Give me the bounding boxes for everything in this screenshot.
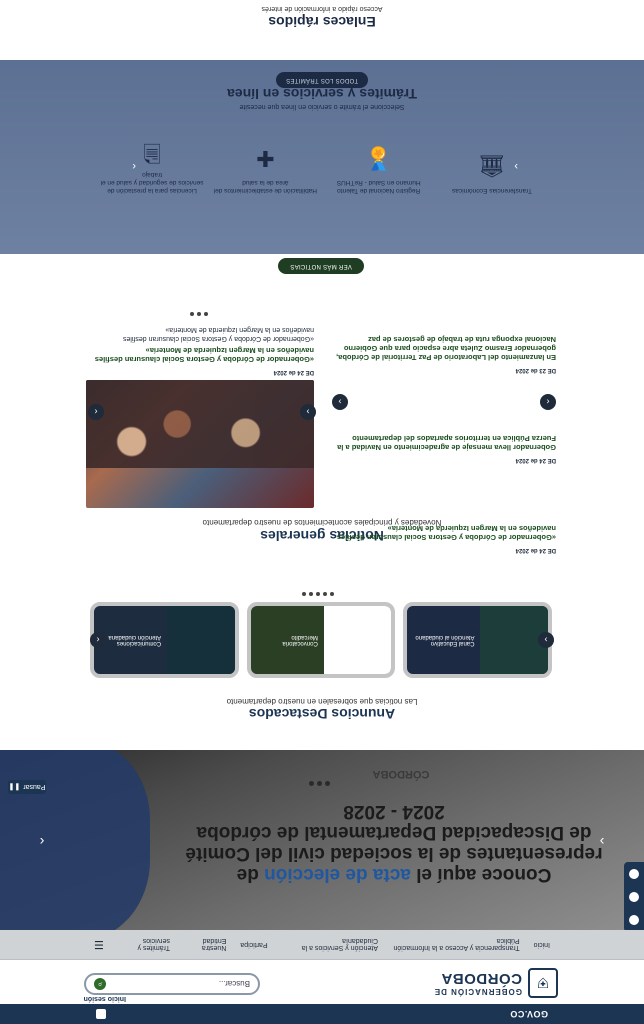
anuncios-dots[interactable]	[302, 592, 334, 596]
enlaces-title: Enlaces rápidos	[268, 14, 376, 30]
tramite-item[interactable]: Licencias para la prestación de servicio…	[100, 136, 204, 194]
pause-icon: ❚❚	[8, 783, 21, 790]
nav-item-transparencia[interactable]: Transparencia y Acceso a la Información …	[392, 938, 519, 952]
search-placeholder: Buscar...	[218, 979, 250, 989]
site-header: ⛨ GOBERNACIÓN DE CÓRDOBA Buscar... ⌕ Ini…	[0, 960, 644, 1004]
menu-icon[interactable]: ☰	[94, 938, 104, 951]
hero-logo: CÓRDOBA	[372, 768, 430, 780]
logo-line2: CÓRDOBA	[441, 970, 522, 987]
anuncio-card[interactable]: Canal Educativo Atención al ciudadano	[403, 602, 552, 678]
phone-icon	[167, 606, 235, 674]
all-tramites-button[interactable]: TODOS LOS TRÁMITES	[276, 72, 368, 88]
hero-dots[interactable]	[309, 781, 330, 786]
tramites-subtitle: Seleccione el trámite o servicio en líne…	[239, 103, 405, 110]
news-list-item[interactable]: DE 24 de 2024 Gobernador lleva mensaje d…	[332, 434, 556, 464]
tramite-item[interactable]: Registro Nacional de Talento Humano en S…	[327, 136, 431, 194]
nav-item-entidad[interactable]: Nuestra Entidad	[184, 938, 227, 952]
news-featured-dots[interactable]	[190, 312, 208, 316]
anuncios-subtitle: Las noticias que sobresalen en nuestro d…	[226, 697, 418, 706]
anuncios-next-arrow[interactable]: ›	[538, 632, 554, 648]
news-list-prev-arrow[interactable]: ‹	[540, 394, 556, 410]
hero-next-arrow[interactable]: ›	[594, 834, 610, 850]
page-root: GOV.CO ⛨ GOBERNACIÓN DE CÓRDOBA Buscar..…	[0, 0, 644, 1024]
gov-label[interactable]: GOV.CO	[510, 1009, 548, 1019]
tramite-item[interactable]: Transferencias Económicas 🏛	[440, 136, 544, 194]
search-input[interactable]: Buscar... ⌕	[84, 973, 260, 995]
tramites-prev-arrow[interactable]: ‹	[132, 160, 136, 172]
tramites-next-arrow[interactable]: ›	[514, 160, 518, 172]
main-nav: Inicio Transparencia y Acceso a la Infor…	[0, 930, 644, 960]
gobernacion-logo[interactable]: ⛨ GOBERNACIÓN DE CÓRDOBA	[434, 968, 558, 998]
facebook-icon[interactable]	[629, 915, 639, 926]
document-icon: 🗎	[143, 140, 161, 165]
hero-title-highlight[interactable]: acta de elección	[264, 864, 411, 885]
medal-icon: 🏅	[364, 146, 393, 171]
login-link[interactable]: Inicio sesión	[84, 995, 126, 1002]
social-sidebar	[624, 862, 644, 930]
more-news-button[interactable]: VER MÁS NOTICIAS	[278, 258, 364, 274]
news-image-next-arrow[interactable]: ›	[300, 404, 316, 420]
tramites-section: Trámites y servicios en línea Seleccione…	[0, 60, 644, 254]
news-list-item[interactable]: DE 23 de 2024 En lanzamiento del Laborat…	[332, 335, 556, 374]
news-list-item[interactable]: DE 24 de 2024 «Gobernador de Córdoba y G…	[332, 524, 556, 554]
news-image-prev-arrow[interactable]: ‹	[88, 404, 104, 420]
nav-item-tramites[interactable]: Trámites y servicios	[118, 938, 170, 952]
hero-title[interactable]: Conoce aquí el acta de elección de repre…	[184, 801, 604, 885]
anuncios-prev-arrow[interactable]: ‹	[90, 632, 106, 648]
pause-button[interactable]: Pausar ❚❚	[8, 780, 46, 794]
gov-bar: GOV.CO	[0, 1004, 644, 1024]
tramite-item[interactable]: Habilitación de establecimientos del áre…	[213, 136, 317, 194]
tramites-title: Trámites y servicios en línea	[227, 86, 417, 102]
hero-banner: Conoce aquí el acta de elección de repre…	[0, 750, 644, 930]
news-featured-image[interactable]	[86, 380, 314, 508]
anuncios-carousel: Canal Educativo Atención al ciudadano Co…	[89, 602, 552, 678]
accessibility-icon[interactable]	[96, 1009, 106, 1019]
enlaces-subtitle: Acceso rápido a información de interés	[261, 5, 383, 12]
nav-item-inicio[interactable]: Inicio	[534, 941, 550, 948]
anuncio-card[interactable]: Convocatoria Mercadito	[246, 602, 396, 678]
nav-item-participa[interactable]: Participa	[240, 941, 267, 948]
news-featured[interactable]: DE 24 de 2024 «Gobernador de Córdoba y G…	[90, 325, 314, 376]
search-icon[interactable]: ⌕	[94, 978, 106, 990]
nav-item-atencion[interactable]: Atención y Servicios a la Ciudadanía	[282, 938, 378, 952]
instagram-icon[interactable]	[629, 868, 639, 879]
anuncios-title: Anuncios Destacados	[248, 706, 396, 722]
x-icon[interactable]	[629, 892, 639, 903]
news-list-next-arrow[interactable]: ›	[332, 394, 348, 410]
hero-prev-arrow[interactable]: ‹	[34, 834, 50, 850]
bank-icon: 🏛	[478, 154, 506, 179]
tramites-grid: Transferencias Económicas 🏛 Registro Nac…	[100, 136, 544, 194]
logo-line1: GOBERNACIÓN DE	[433, 987, 522, 996]
anuncio-card[interactable]: Comunicaciones Atención ciudadana	[89, 602, 239, 678]
seal-icon: ⛨	[528, 968, 558, 998]
anuncio-image	[323, 606, 392, 674]
medical-cross-icon: ✚	[256, 146, 275, 171]
